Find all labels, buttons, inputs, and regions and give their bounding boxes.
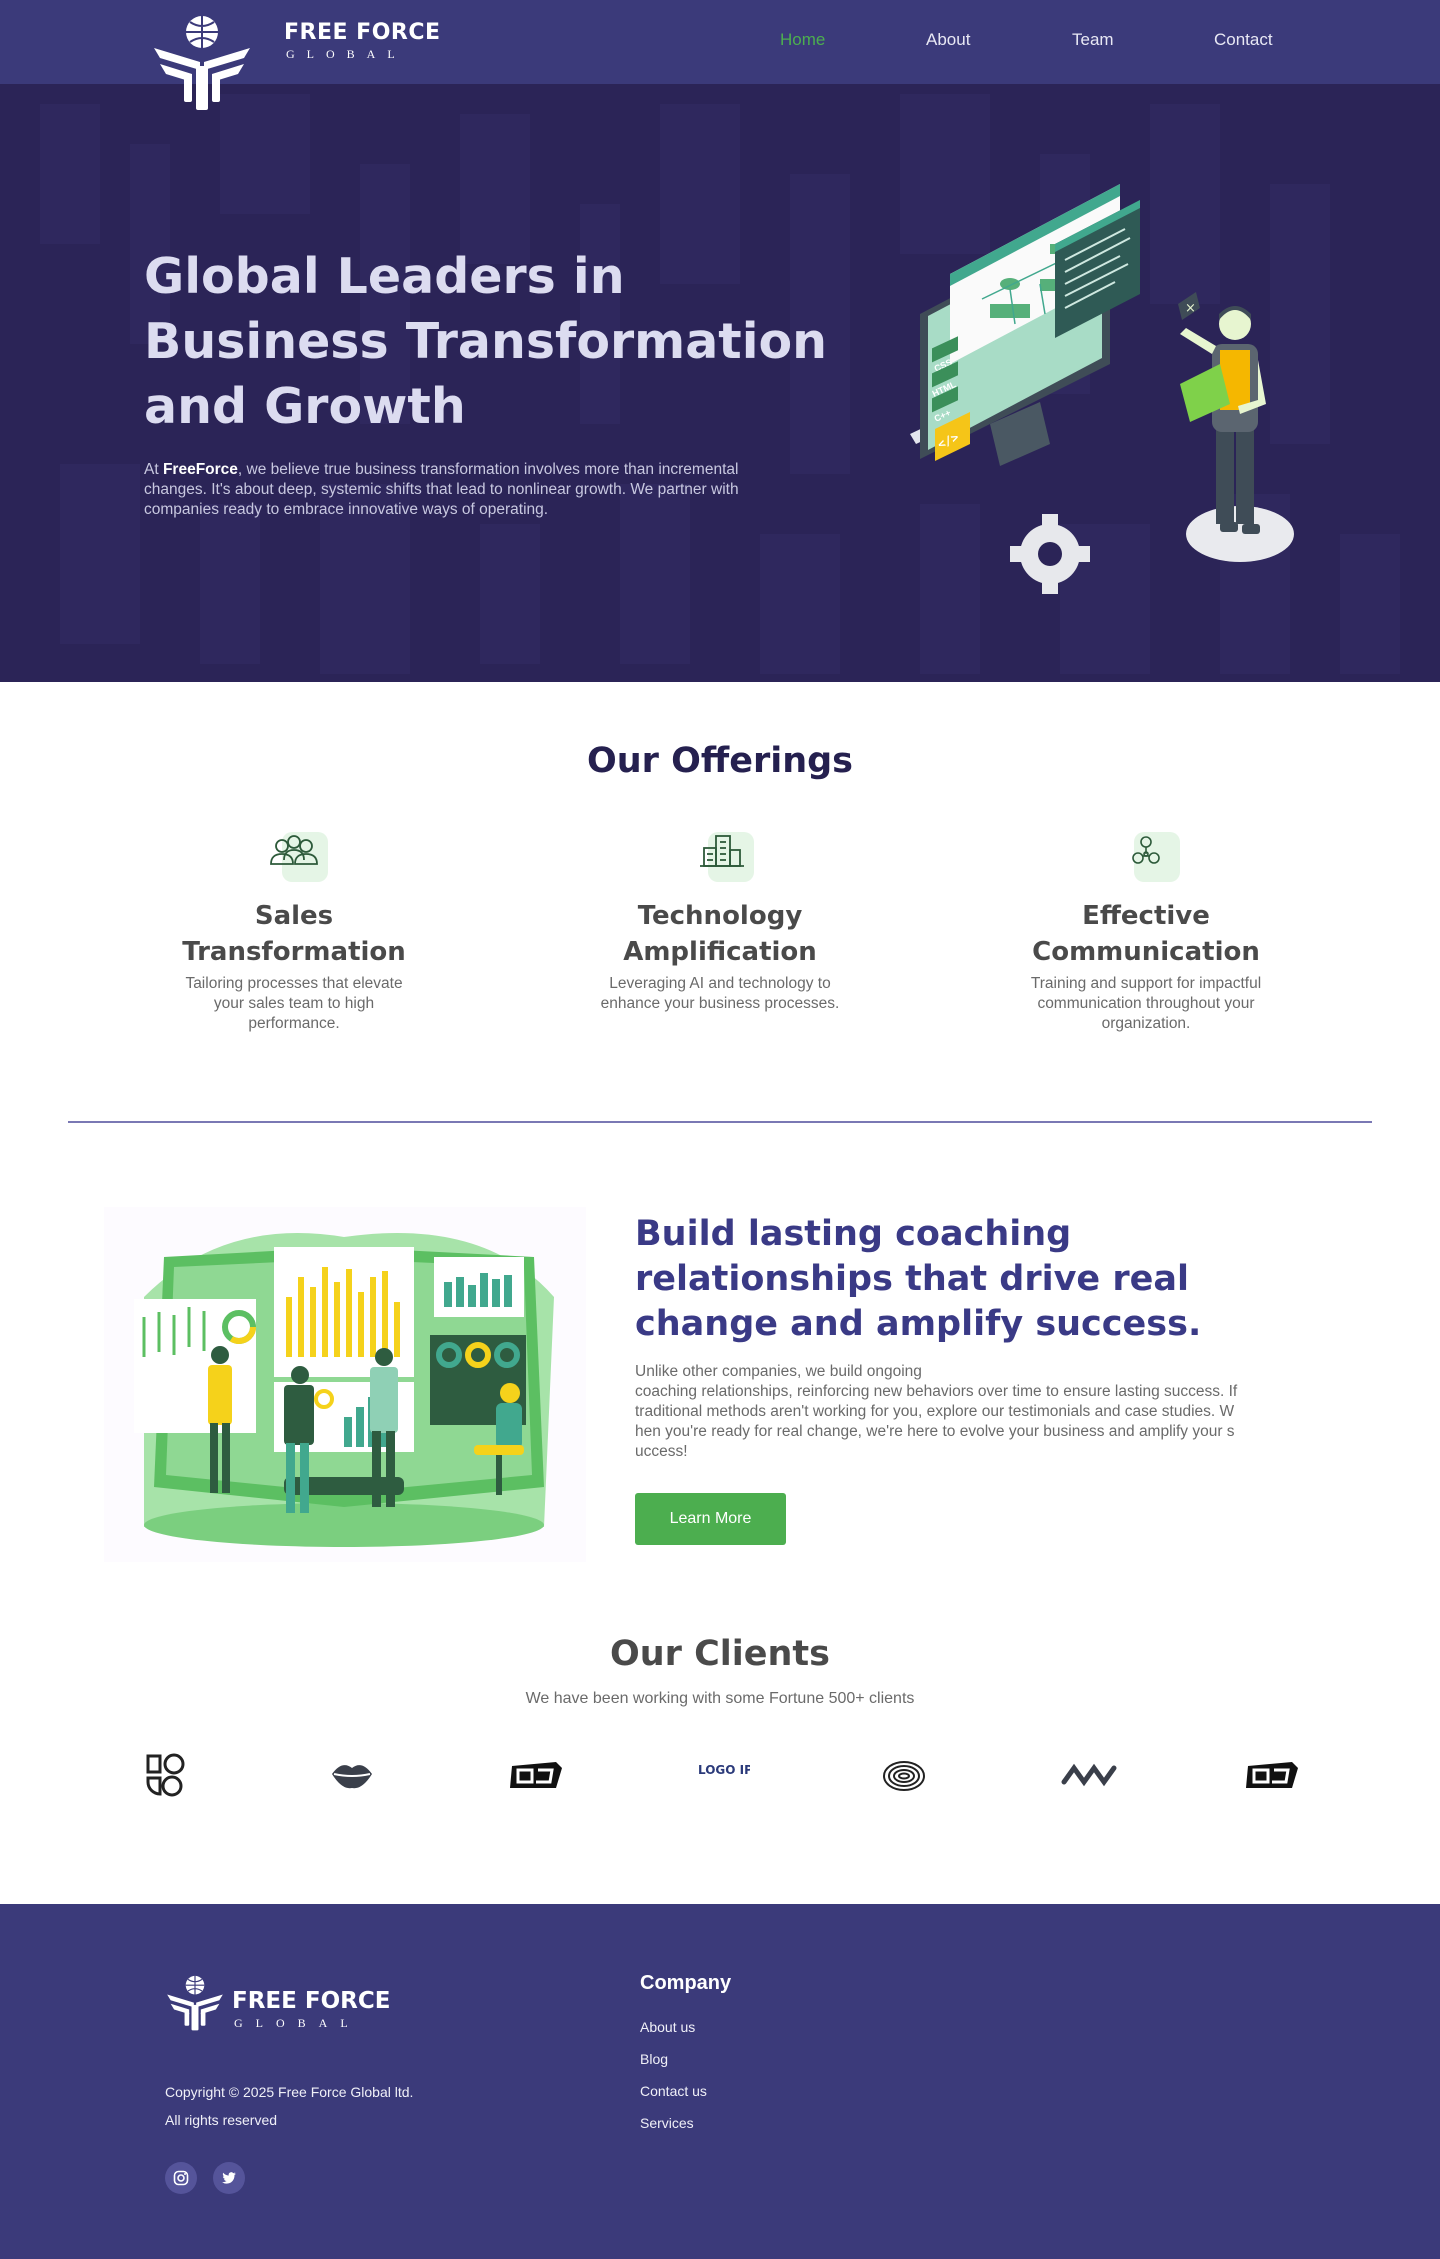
offering-icon-wrap [688,828,754,884]
copyright-text: Copyright © 2025 Free Force Global ltd. [165,2084,414,2100]
offering-card-technology: Technology Amplification Leveraging AI an… [570,828,870,1014]
client-logo-logoipsum: LOGO IPSUM [690,1752,783,1798]
hero-title-line3: and Growth [144,378,466,435]
instagram-button[interactable] [165,2162,197,2194]
offering-icon-wrap [1114,828,1180,884]
footer-brand-name: FREE FORCE [232,1988,391,2014]
twitter-icon [222,2172,236,2184]
offering-title: Effective Communication [996,898,1296,970]
offering-title-line2: Amplification [623,937,817,967]
offering-description: Tailoring processes that elevate your sa… [185,975,403,1032]
logoipsum-wordmark: LOGO IPSUM [698,1763,750,1777]
users-icon [270,835,318,865]
clients-title: Our Clients [609,1634,830,1674]
offering-title: Technology Amplification [570,898,870,970]
footer-link-blog[interactable]: Blog [640,2051,668,2067]
footer-copyright: Copyright © 2025 Free Force Global ltd. … [165,2078,413,2134]
hero-text-brand: FreeForce [162,461,238,478]
svg-text:×: × [1185,301,1196,316]
buildings-icon [700,835,744,867]
coaching-text-rest: coaching relationships, reinforcing new … [635,1383,1238,1460]
footer-company-title: Company [640,1972,732,1994]
nav-about-link[interactable]: About [926,30,970,50]
brand-wordmark: FREE FORCE GLOBAL [284,20,441,62]
twitter-button[interactable] [213,2162,245,2194]
shapes-logo-icon [146,1753,185,1797]
rights-text: All rights reserved [165,2112,278,2128]
hero-title-line2: Business Transformation [144,313,828,370]
offering-title-line1: Technology [637,901,803,931]
hero-section: Global Leaders in Business Transformatio… [0,84,1440,682]
footer-brand-logo[interactable]: FREE FORCE GLOBAL [166,1972,466,2036]
offering-card-communication: Effective Communication Training and supp… [996,828,1296,1034]
team-analytics-illustration [134,1233,554,1547]
brand-tagline: GLOBAL [286,47,407,61]
coaching-text-line1: Unlike other companies, we build ongoing [635,1363,922,1380]
hero-title: Global Leaders in Business Transformatio… [144,244,864,439]
client-logo-shapes [140,1752,200,1798]
client-logo-lips [322,1752,382,1798]
offering-description: Leveraging AI and technology to enhance … [600,975,840,1012]
offering-title: Sales Transformation [144,898,444,970]
footer-link-contact[interactable]: Contact us [640,2083,707,2099]
hero-developer-illustration: CSS HTML C++ </> × [910,184,1294,594]
learn-more-button[interactable]: Learn More [635,1493,786,1545]
offering-title-line1: Effective [1082,901,1210,931]
hero-title-line1: Global Leaders in [144,248,625,305]
oj-logo-icon [510,1762,562,1788]
offering-title-line2: Transformation [182,937,406,967]
offerings-title: Our Offerings [586,741,854,781]
footer: FREE FORCE GLOBAL Copyright © 2025 Free … [0,1904,1440,2259]
lips-logo-icon [332,1765,372,1789]
nav-home-link[interactable]: Home [780,30,825,50]
footer-link-services[interactable]: Services [640,2115,694,2131]
instagram-icon [173,2170,189,2186]
clients-subtitle: We have been working with some Fortune 5… [525,1690,915,1707]
coaching-title: Build lasting coaching relationships tha… [635,1214,1202,1344]
footer-brand-tagline: GLOBAL [234,2016,361,2030]
client-logo-fingerprint [874,1752,934,1798]
globe-figure-logo-icon [167,1975,223,2031]
hero-text-prefix: At [144,461,163,478]
client-logo-oj [506,1752,566,1798]
footer-link-about[interactable]: About us [640,2019,695,2035]
page: Home About Team Contact FREE FORCE GLOBA… [0,0,1440,2259]
brand-logo[interactable]: FREE FORCE GLOBAL [152,12,452,110]
logoipsum-logo-icon: LOGO IPSUM [698,1763,783,1777]
coaching-description: Unlike other companies, we build ongoing… [635,1362,1240,1462]
brand-name: FREE FORCE [284,20,441,45]
oj-logo-icon [1246,1762,1298,1788]
offering-title-line1: Sales [254,901,334,931]
hero-description: At FreeForce, we believe true business t… [144,460,804,520]
fingerprint-logo-icon [883,1761,925,1791]
client-logo-chain [1058,1752,1118,1798]
network-icon [1132,836,1160,864]
offering-description: Training and support for impactful commu… [1030,975,1262,1032]
offering-card-sales: Sales Transformation Tailoring processes … [144,828,444,1034]
globe-figure-logo-icon [154,16,250,110]
nav-contact-link[interactable]: Contact [1214,30,1273,50]
coaching-illustration [104,1207,586,1562]
offering-title-line2: Communication [1032,937,1260,967]
nav-team-link[interactable]: Team [1072,30,1114,50]
offering-icon-wrap [262,828,328,884]
section-divider [68,1121,1372,1123]
chain-logo-icon [1061,1763,1117,1787]
client-logo-oj-2 [1242,1752,1302,1798]
